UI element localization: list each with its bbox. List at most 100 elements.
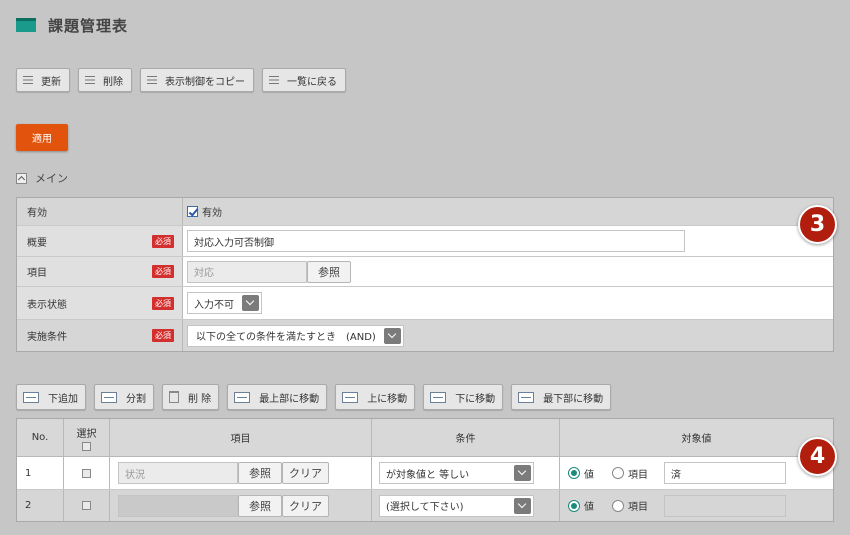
form-label-display-state: 表示状態 必須 bbox=[17, 287, 183, 319]
item-radio[interactable] bbox=[612, 467, 624, 479]
summary-input[interactable]: 対応入力可否制御 bbox=[187, 230, 685, 252]
section-main-toggle[interactable]: メイン bbox=[16, 170, 68, 186]
row-condition-value: が対象値と 等しい bbox=[386, 469, 470, 481]
row-select-checkbox[interactable] bbox=[82, 501, 91, 510]
move-up-icon bbox=[342, 391, 359, 403]
row-condition-cell: が対象値と 等しい bbox=[372, 457, 560, 489]
row-reference-button[interactable]: 参照 bbox=[238, 462, 282, 484]
row-condition-select[interactable]: が対象値と 等しい bbox=[379, 462, 534, 484]
table-row: 1 状況 参照 クリア が対象値と 等しい 値 項目 済 bbox=[17, 457, 833, 490]
row-value-input[interactable] bbox=[664, 494, 786, 517]
form-row-enabled: 有効 有効 bbox=[17, 198, 833, 226]
chevron-down-icon[interactable] bbox=[242, 295, 259, 311]
condition-select[interactable]: 以下の全ての条件を満たすとき (AND) bbox=[187, 324, 404, 347]
form-label-item-text: 項目 bbox=[27, 268, 47, 279]
split-label: 分割 bbox=[126, 393, 146, 405]
section-main-label: メイン bbox=[35, 172, 68, 185]
title-bar: 課題管理表 bbox=[16, 14, 128, 36]
add-below-button[interactable]: 下追加 bbox=[16, 384, 86, 410]
back-to-list-button[interactable]: 一覧に戻る bbox=[262, 68, 346, 92]
row-number: 2 bbox=[17, 490, 64, 521]
move-up-button[interactable]: 上に移動 bbox=[335, 384, 416, 410]
display-state-select[interactable]: 入力不可 bbox=[187, 292, 262, 314]
grid-header-no: No. bbox=[17, 419, 64, 456]
main-form: 有効 有効 概要 必須 対応入力可否制御 項目 必須 対応 参照 表示状態 必須 入力… bbox=[16, 197, 834, 352]
form-row-summary: 概要 必須 対応入力可否制御 bbox=[17, 226, 833, 257]
required-badge: 必須 bbox=[152, 265, 174, 278]
copy-display-control-button[interactable]: 表示制御をコピー bbox=[140, 68, 254, 92]
select-all-checkbox[interactable] bbox=[82, 441, 91, 451]
value-radio-label: 値 bbox=[584, 502, 594, 513]
row-item-cell: 状況 参照 クリア bbox=[110, 457, 372, 489]
grid-header-select: 選択 bbox=[64, 419, 110, 456]
row-delete-label: 削 除 bbox=[188, 393, 212, 405]
move-bottom-button[interactable]: 最下部に移動 bbox=[511, 384, 612, 410]
add-below-label: 下追加 bbox=[48, 393, 78, 405]
grid-header-row: No. 選択 項目 条件 対象値 bbox=[17, 419, 833, 457]
row-value-cell: 値 項目 bbox=[560, 490, 833, 521]
page-title: 課題管理表 bbox=[48, 16, 129, 35]
required-badge: 必須 bbox=[152, 234, 174, 248]
move-down-button[interactable]: 下に移動 bbox=[423, 384, 504, 410]
form-label-condition-text: 実施条件 bbox=[27, 332, 67, 343]
update-button-label: 更新 bbox=[41, 76, 61, 88]
table-row: 2 参照 クリア (選択して下さい) 値 項目 bbox=[17, 490, 833, 521]
row-delete-button[interactable]: 削 除 bbox=[162, 384, 220, 410]
form-value-display-state: 入力不可 bbox=[183, 287, 833, 319]
enabled-checkbox[interactable] bbox=[187, 206, 198, 217]
move-top-button[interactable]: 最上部に移動 bbox=[227, 384, 328, 410]
value-radio[interactable] bbox=[568, 467, 580, 479]
row-clear-button[interactable]: クリア bbox=[282, 462, 329, 484]
apply-button[interactable]: 適用 bbox=[16, 124, 68, 151]
form-label-summary-text: 概要 bbox=[27, 237, 47, 249]
grid-toolbar: 下追加 分割 削 除 最上部に移動 上に移動 下に移動 最下部に移動 bbox=[16, 384, 612, 410]
row-condition-value: (選択して下さい) bbox=[386, 502, 464, 513]
row-item-input bbox=[118, 494, 238, 517]
split-button[interactable]: 分割 bbox=[94, 384, 154, 410]
row-condition-select[interactable]: (選択して下さい) bbox=[379, 494, 534, 517]
enabled-checkbox-label: 有効 bbox=[202, 208, 222, 219]
form-label-display-state-text: 表示状態 bbox=[27, 299, 67, 311]
chevron-down-icon[interactable] bbox=[514, 465, 531, 481]
trash-icon bbox=[169, 391, 179, 403]
row-item-input: 状況 bbox=[118, 462, 238, 484]
move-top-label: 最上部に移動 bbox=[259, 393, 320, 405]
item-radio[interactable] bbox=[612, 499, 624, 512]
row-reference-button[interactable]: 参照 bbox=[238, 494, 282, 517]
list-icon bbox=[23, 76, 33, 84]
condition-value: 以下の全ての条件を満たすとき (AND) bbox=[196, 332, 376, 343]
add-row-icon bbox=[23, 391, 39, 403]
row-value-cell: 値 項目 済 bbox=[560, 457, 833, 489]
move-down-label: 下に移動 bbox=[455, 393, 496, 405]
move-bottom-icon bbox=[518, 391, 535, 403]
move-up-label: 上に移動 bbox=[367, 393, 408, 405]
row-select-cell bbox=[64, 490, 110, 521]
step-badge-4: 4 bbox=[798, 437, 837, 476]
chevron-down-icon[interactable] bbox=[514, 497, 531, 514]
value-radio[interactable] bbox=[568, 499, 580, 512]
form-label-item: 項目 必須 bbox=[17, 257, 183, 286]
form-label-condition: 実施条件 必須 bbox=[17, 320, 183, 351]
update-button[interactable]: 更新 bbox=[16, 68, 70, 92]
copy-display-control-label: 表示制御をコピー bbox=[165, 76, 245, 88]
chevron-down-icon[interactable] bbox=[383, 327, 401, 344]
move-down-icon bbox=[430, 391, 447, 403]
item-reference-button[interactable]: 参照 bbox=[307, 260, 351, 283]
condition-grid: No. 選択 項目 条件 対象値 1 状況 参照 クリア が対象値と 等しい 値… bbox=[16, 418, 834, 522]
form-value-condition: 以下の全ての条件を満たすとき (AND) bbox=[183, 320, 833, 351]
back-to-list-label: 一覧に戻る bbox=[287, 76, 337, 88]
form-row-item: 項目 必須 対応 参照 bbox=[17, 257, 833, 287]
row-number: 1 bbox=[17, 457, 64, 489]
form-value-item: 対応 参照 bbox=[183, 257, 833, 286]
row-select-cell bbox=[64, 457, 110, 489]
window-icon bbox=[16, 18, 36, 32]
row-value-input[interactable]: 済 bbox=[664, 462, 786, 484]
form-row-condition: 実施条件 必須 以下の全ての条件を満たすとき (AND) bbox=[17, 320, 833, 351]
delete-button[interactable]: 削除 bbox=[78, 68, 132, 92]
item-radio-label: 項目 bbox=[628, 469, 648, 481]
collapse-icon[interactable] bbox=[16, 172, 27, 184]
row-clear-button[interactable]: クリア bbox=[282, 494, 329, 517]
row-select-checkbox[interactable] bbox=[82, 468, 91, 478]
item-radio-label: 項目 bbox=[628, 502, 648, 513]
form-label-summary: 概要 必須 bbox=[17, 226, 183, 256]
